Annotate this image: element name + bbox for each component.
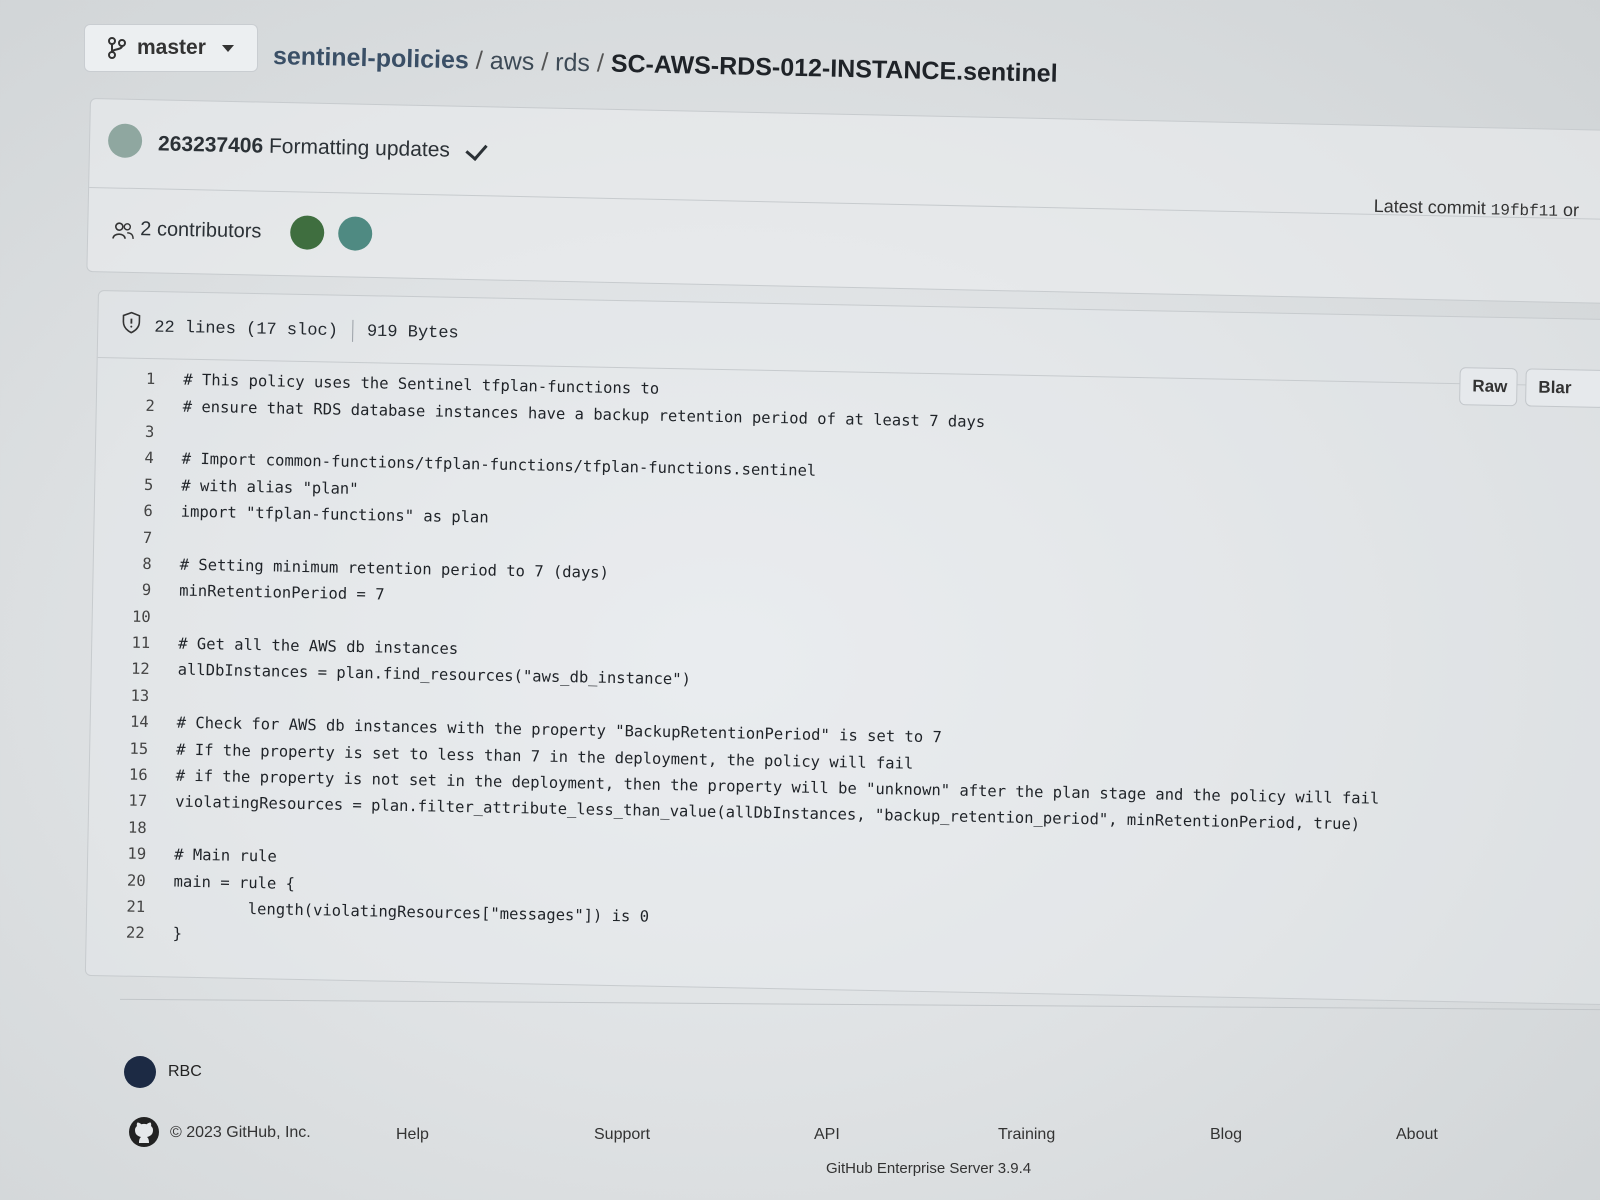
footer-link-training[interactable]: Training	[998, 1126, 1055, 1144]
line-content: }	[172, 924, 183, 944]
check-icon[interactable]	[465, 138, 488, 162]
footer: © 2023 GitHub, Inc. Help Support API Tra…	[126, 1114, 1566, 1154]
line-number[interactable]: 20	[88, 871, 162, 890]
line-number[interactable]: 19	[88, 844, 162, 863]
line-number[interactable]: 11	[92, 633, 166, 652]
line-number[interactable]: 15	[90, 739, 164, 758]
line-number[interactable]: 16	[90, 765, 164, 784]
page: master sentinel-policies / aws / rds / SC-AWS-…	[0, 0, 1600, 1200]
line-content: # Get all the AWS db instances	[178, 634, 459, 659]
line-number[interactable]: 4	[96, 448, 170, 467]
line-number[interactable]: 3	[96, 422, 170, 441]
line-number[interactable]: 13	[91, 686, 165, 705]
organization: RBC	[124, 1056, 202, 1088]
org-logo[interactable]	[124, 1056, 156, 1088]
footer-link-api[interactable]: API	[814, 1126, 840, 1144]
github-logo-icon[interactable]	[128, 1116, 160, 1148]
latest-commit-info: Latest commit 19fbf11 or	[1373, 196, 1579, 221]
line-number[interactable]: 2	[97, 396, 171, 415]
breadcrumb-separator: /	[596, 49, 605, 78]
contributor-avatar[interactable]	[337, 216, 373, 251]
avatar[interactable]	[107, 123, 143, 159]
line-content: import "tfplan-functions" as plan	[180, 502, 489, 527]
commit-message: 263237406 Formatting updates	[158, 132, 488, 163]
line-content: minRetentionPeriod = 7	[179, 581, 385, 604]
breadcrumb-dir-rds[interactable]: rds	[555, 48, 590, 77]
chevron-down-icon	[221, 44, 234, 52]
line-number[interactable]: 22	[86, 923, 160, 942]
commit-author[interactable]: 263237406	[158, 132, 264, 157]
file-info: 22 lines (17 sloc) 919 Bytes	[154, 316, 459, 344]
line-number[interactable]: 8	[94, 554, 168, 573]
shield-icon	[122, 311, 141, 334]
latest-commit-suffix: or	[1562, 199, 1580, 221]
line-number[interactable]: 12	[92, 659, 166, 678]
code-listing: 1 # This policy uses the Sentinel tfplan-…	[86, 365, 1600, 975]
commit-message-link[interactable]: Formatting updates	[269, 135, 450, 162]
file-lines-count: 22 lines (17 sloc)	[154, 318, 339, 342]
line-number[interactable]: 10	[93, 607, 167, 626]
line-content: main = rule {	[173, 872, 296, 893]
branch-label: master	[137, 36, 206, 59]
file-viewer: 22 lines (17 sloc) 919 Bytes Raw Blar 1 # …	[84, 290, 1600, 1006]
line-number[interactable]: 14	[91, 712, 165, 731]
footer-copyright: © 2023 GitHub, Inc.	[170, 1124, 311, 1141]
line-number[interactable]: 18	[89, 818, 163, 837]
line-number[interactable]: 21	[87, 897, 161, 916]
latest-commit-label: Latest commit	[1373, 195, 1486, 219]
breadcrumb-separator: /	[540, 48, 549, 77]
breadcrumb-repo-link[interactable]: sentinel-policies	[273, 42, 469, 74]
footer-link-help[interactable]: Help	[396, 1126, 429, 1144]
breadcrumb-separator: /	[475, 46, 484, 75]
line-number[interactable]: 6	[95, 501, 169, 520]
commit-sha-link[interactable]: 19fbf11	[1491, 201, 1559, 220]
commit-box: 263237406 Formatting updates Latest comm…	[86, 98, 1600, 305]
enterprise-version: GitHub Enterprise Server 3.9.4	[826, 1160, 1032, 1177]
breadcrumb-file-name: SC-AWS-RDS-012-INSTANCE.sentinel	[610, 49, 1058, 88]
git-branch-icon	[108, 37, 126, 59]
people-icon	[112, 222, 134, 239]
footer-link-support[interactable]: Support	[594, 1126, 650, 1144]
line-number[interactable]: 1	[97, 369, 171, 388]
divider	[351, 319, 354, 342]
breadcrumb: sentinel-policies / aws / rds / SC-AWS-RDS-012…	[273, 42, 1058, 89]
file-size: 919 Bytes	[366, 322, 459, 344]
line-number[interactable]: 9	[93, 580, 167, 599]
line-number[interactable]: 17	[89, 791, 163, 810]
line-number[interactable]: 7	[94, 528, 168, 547]
breadcrumb-dir-aws[interactable]: aws	[489, 47, 534, 76]
line-number[interactable]: 5	[95, 475, 169, 494]
contributors-count[interactable]: 2 contributors	[140, 218, 262, 244]
contributor-avatar[interactable]	[289, 215, 325, 250]
line-content: # with alias "plan"	[181, 476, 359, 498]
footer-link-blog[interactable]: Blog	[1210, 1126, 1242, 1144]
branch-selector-button[interactable]: master	[84, 24, 258, 72]
org-name: RBC	[168, 1063, 202, 1080]
footer-link-about[interactable]: About	[1396, 1126, 1438, 1144]
line-content: # Main rule	[173, 845, 277, 866]
